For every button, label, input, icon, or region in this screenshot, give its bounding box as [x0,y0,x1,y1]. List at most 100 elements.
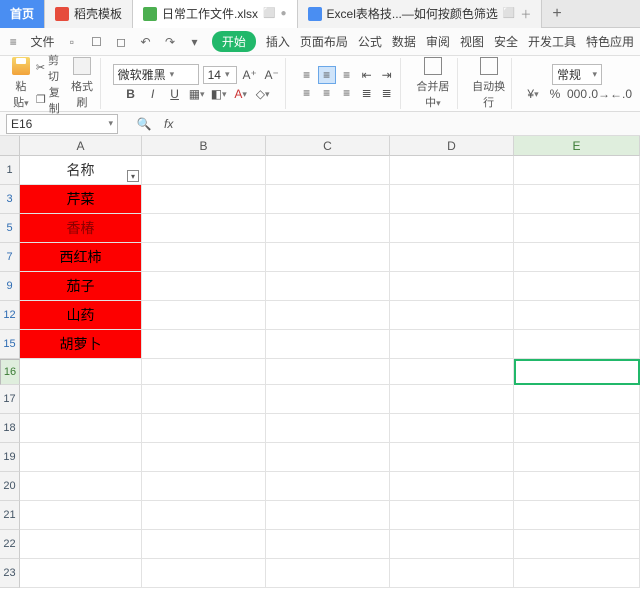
cell-E9[interactable] [514,272,640,301]
cell-A3[interactable]: 芹菜 [20,185,142,214]
cell-A23[interactable] [20,559,142,588]
numfmt-select[interactable]: 常规▾ [552,64,602,85]
redo-icon[interactable]: ↷ [163,34,178,50]
cell-D16[interactable] [390,359,514,385]
print-icon[interactable]: ☐ [89,34,104,50]
tab-article[interactable]: Excel表格技...—如何按颜色筛选 ⬜ ＋ [298,0,543,28]
cell-B23[interactable] [142,559,266,588]
bold-button[interactable]: B [122,85,140,103]
dec-inc-button[interactable]: .0→ [590,85,608,103]
row-16[interactable]: 16 [0,359,20,385]
row-17[interactable]: 17 [0,385,20,414]
percent-button[interactable]: % [546,85,564,103]
size-select[interactable]: 14▾ [203,66,237,84]
row-22[interactable]: 22 [0,530,20,559]
cell-B15[interactable] [142,330,266,359]
filter-icon[interactable]: ▾ [127,170,139,182]
row-20[interactable]: 20 [0,472,20,501]
wrap-button[interactable]: 自动换行 [470,57,507,110]
cell-C5[interactable] [266,214,390,243]
cell-B22[interactable] [142,530,266,559]
underline-button[interactable]: U [166,85,184,103]
cell-A22[interactable] [20,530,142,559]
cell-A16[interactable] [20,359,142,385]
cell-E12[interactable] [514,301,640,330]
row-1[interactable]: 1 [0,156,20,185]
cell-A20[interactable] [20,472,142,501]
menu-icon[interactable]: ≡ [6,34,21,50]
menu-review[interactable]: 审阅 [426,33,450,50]
cell-C12[interactable] [266,301,390,330]
cell-D21[interactable] [390,501,514,530]
cell-D22[interactable] [390,530,514,559]
cut-button[interactable]: ✂ 剪切 [36,52,65,84]
cell-B5[interactable] [142,214,266,243]
cell-C23[interactable] [266,559,390,588]
menu-view[interactable]: 视图 [460,33,484,50]
comma-button[interactable]: 000 [568,85,586,103]
tab-close-icon[interactable]: ＋ [520,6,531,22]
menu-special[interactable]: 特色应用 [586,33,634,50]
cell-E19[interactable] [514,443,640,472]
cell-B12[interactable] [142,301,266,330]
currency-button[interactable]: ¥▾ [524,85,542,103]
cell-B3[interactable] [142,185,266,214]
cell-D20[interactable] [390,472,514,501]
cell-A18[interactable] [20,414,142,443]
col-B[interactable]: B [142,136,266,156]
menu-formula[interactable]: 公式 [358,33,382,50]
cell-E16[interactable] [514,359,640,385]
col-E[interactable]: E [514,136,640,156]
align-mid[interactable]: ≡ [318,66,336,84]
cell-A21[interactable] [20,501,142,530]
align-justify[interactable]: ≣ [358,84,376,102]
cell-C16[interactable] [266,359,390,385]
cell-A7[interactable]: 西红柿 [20,243,142,272]
align-right[interactable]: ≡ [338,84,356,102]
cell-D9[interactable] [390,272,514,301]
cell-A17[interactable] [20,385,142,414]
menu-insert[interactable]: 插入 [266,33,290,50]
font-select[interactable]: 微软雅黑▾ [113,64,199,85]
align-left[interactable]: ≡ [298,84,316,102]
cell-A1[interactable]: 名称▾ [20,156,142,185]
tab-add-button[interactable]: + [542,5,571,23]
row-21[interactable]: 21 [0,501,20,530]
indent-inc[interactable]: ⇥ [378,66,396,84]
menu-dev[interactable]: 开发工具 [528,33,576,50]
align-center[interactable]: ≡ [318,84,336,102]
preview-icon[interactable]: ◻ [114,34,129,50]
cell-A5[interactable]: 香椿 [20,214,142,243]
col-D[interactable]: D [390,136,514,156]
cell-C9[interactable] [266,272,390,301]
cell-E15[interactable] [514,330,640,359]
name-box[interactable]: E16▾ [6,114,118,134]
cell-D17[interactable] [390,385,514,414]
cell-C20[interactable] [266,472,390,501]
row-15[interactable]: 15 [0,330,20,359]
select-all-corner[interactable] [0,136,20,156]
row-19[interactable]: 19 [0,443,20,472]
cell-E23[interactable] [514,559,640,588]
fill-button[interactable]: ◧▾ [210,85,228,103]
cell-D5[interactable] [390,214,514,243]
copy-button[interactable]: ❐ 复制 [36,84,65,116]
dd-icon[interactable]: ▾ [187,34,202,50]
row-3[interactable]: 3 [0,185,20,214]
cell-B7[interactable] [142,243,266,272]
cell-D3[interactable] [390,185,514,214]
align-top[interactable]: ≡ [298,66,316,84]
cell-E7[interactable] [514,243,640,272]
cell-C7[interactable] [266,243,390,272]
cell-E21[interactable] [514,501,640,530]
row-9[interactable]: 9 [0,272,20,301]
grow-font-button[interactable]: A⁺ [241,66,259,84]
brush-button[interactable]: 格式刷 [68,57,95,110]
menu-security[interactable]: 安全 [494,33,518,50]
cell-B9[interactable] [142,272,266,301]
cell-E3[interactable] [514,185,640,214]
cell-C17[interactable] [266,385,390,414]
cell-E5[interactable] [514,214,640,243]
col-C[interactable]: C [266,136,390,156]
cell-A12[interactable]: 山药 [20,301,142,330]
